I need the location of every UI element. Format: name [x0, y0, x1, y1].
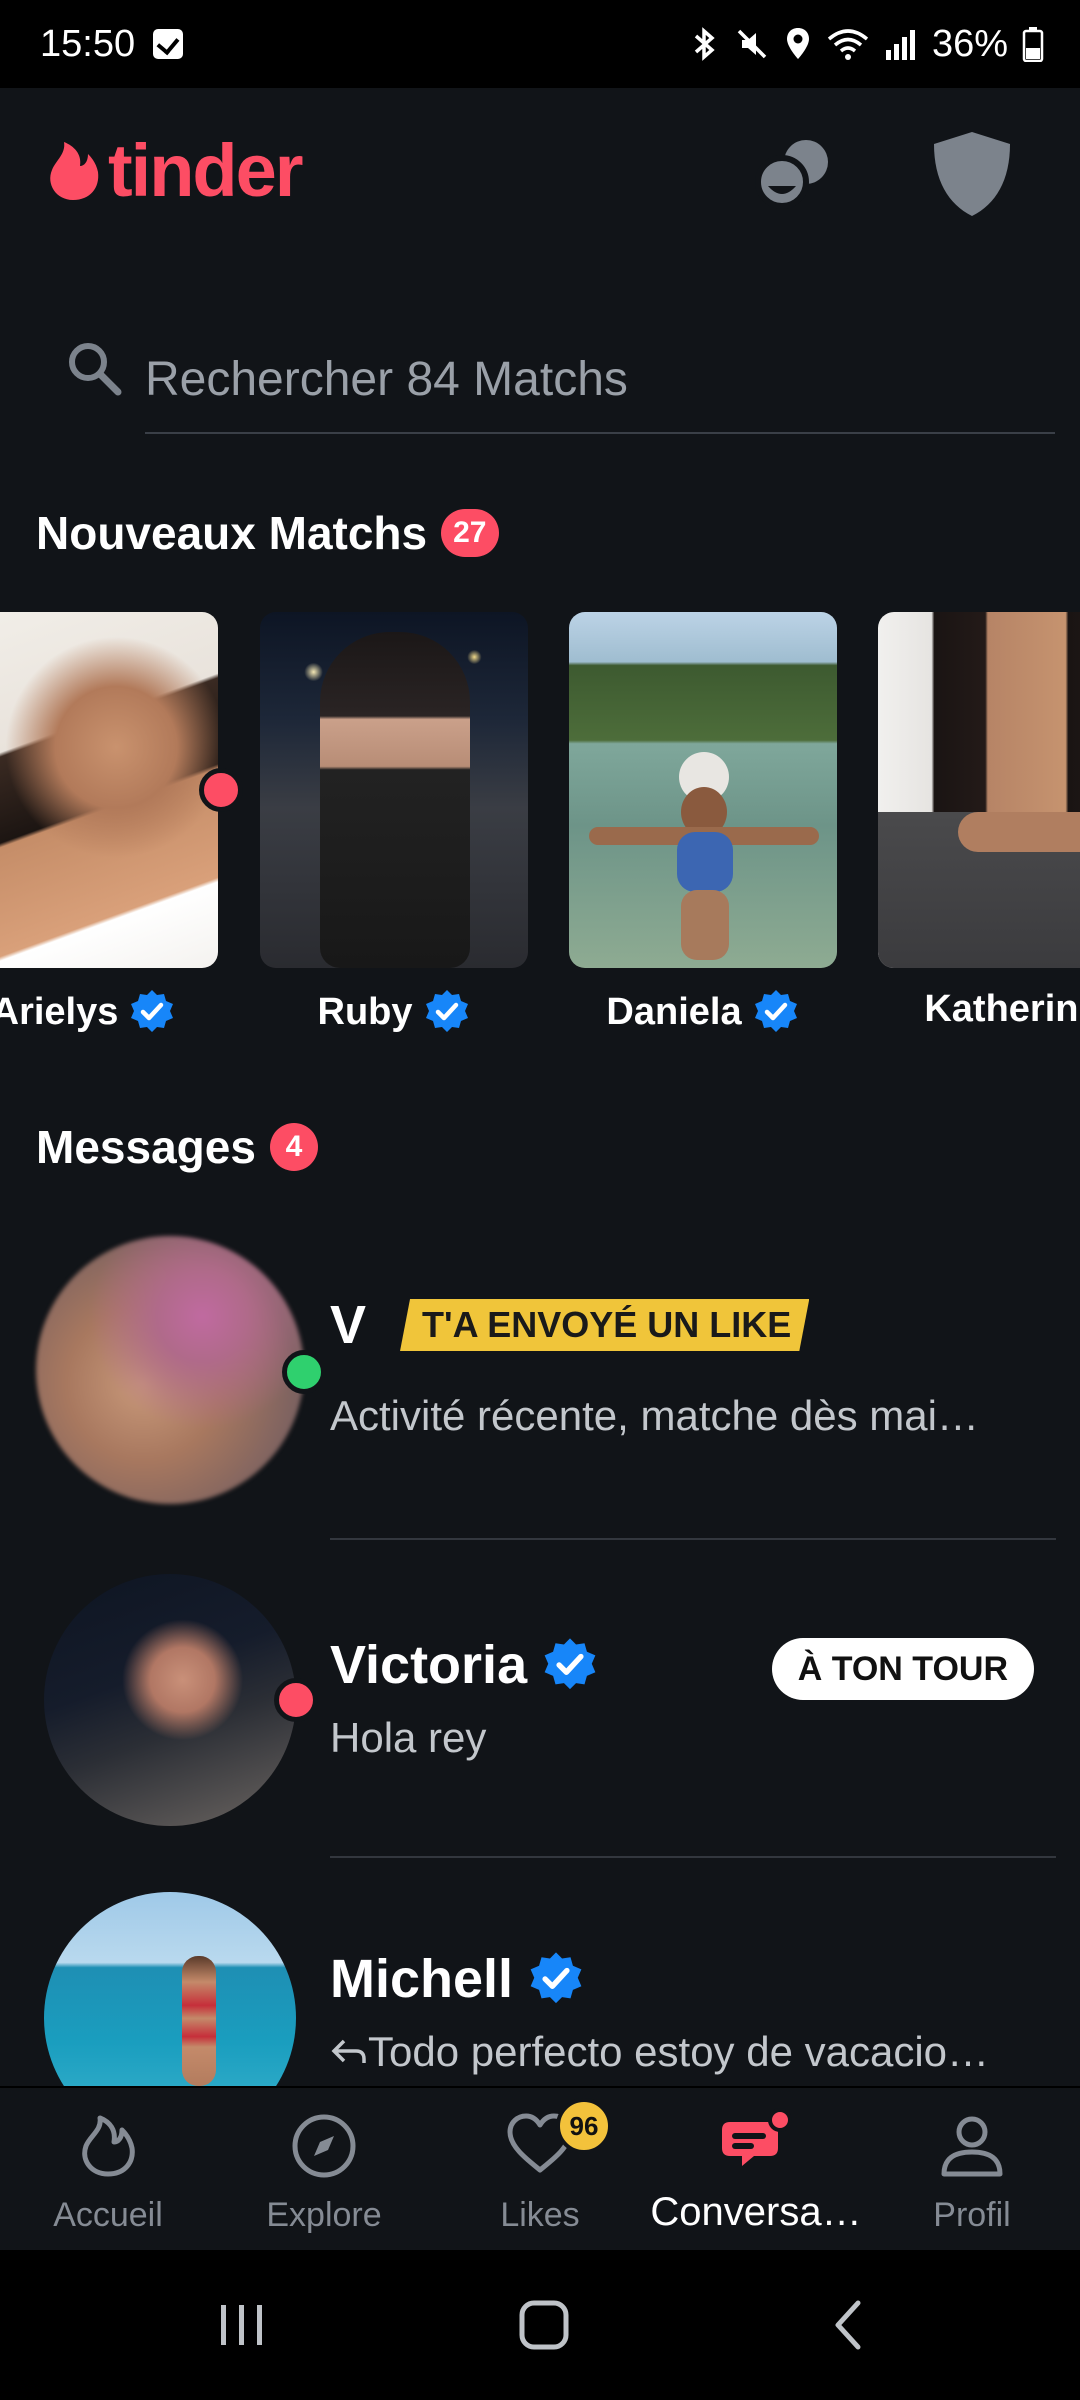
nav-item-conversations[interactable]: Conversa… [648, 2088, 864, 2252]
verified-badge-icon [544, 1638, 596, 1690]
nav-item-profil[interactable]: Profil [864, 2088, 1080, 2252]
message-preview: Hola rey [330, 1714, 487, 1761]
search-input[interactable] [145, 300, 1055, 434]
match-photo [0, 612, 218, 968]
safety-button[interactable] [928, 128, 1016, 225]
new-matches-count-badge: 27 [441, 509, 499, 557]
nav-item-accueil[interactable]: Accueil [0, 2088, 216, 2252]
avatar-blurred [36, 1236, 304, 1504]
your-turn-pill: À TON TOUR [771, 1638, 1034, 1700]
divider [330, 1856, 1056, 1858]
back-icon [835, 2300, 861, 2350]
nav-label: Explore [266, 2196, 382, 2234]
match-name-row: Daniela [569, 988, 837, 1036]
nav-label: Conversa… [650, 2190, 862, 2234]
new-matches-carousel[interactable]: Arielys Ruby Daniela Katherin [0, 612, 1080, 1052]
home-button[interactable] [444, 2250, 644, 2400]
app-header: tinder [0, 88, 1080, 258]
system-navigation-bar [0, 2250, 1080, 2400]
recent-apps-icon [221, 2305, 262, 2345]
new-matches-title: Nouveaux Matchs [36, 507, 428, 559]
message-row-v[interactable]: V T'A ENVOYÉ UN LIKE Activité récente, m… [0, 1236, 1080, 1540]
messages-count-badge: 4 [269, 1123, 318, 1171]
nav-label: Likes [500, 2196, 580, 2234]
match-card-daniela[interactable]: Daniela [569, 612, 837, 1033]
nav-label: Profil [933, 2196, 1011, 2234]
location-icon [786, 28, 809, 59]
status-bar: 15:50 36% [0, 0, 1080, 88]
recent-apps-button[interactable] [142, 2250, 342, 2400]
message-name-row: Michell [330, 1948, 585, 2010]
message-name: Michell [330, 1949, 514, 2009]
tinder-logo[interactable]: tinder [44, 129, 304, 212]
back-button[interactable] [748, 2250, 948, 2400]
avatar-victoria [44, 1574, 296, 1826]
search-bar [0, 300, 1080, 435]
nav-item-explore[interactable]: Explore [216, 2088, 432, 2252]
flame-logo-icon [50, 142, 99, 200]
match-photo [878, 612, 1080, 968]
logo-text: tinder [108, 129, 304, 212]
nav-label: Accueil [53, 2196, 163, 2234]
active-status-dot [274, 1678, 318, 1722]
match-photo [260, 612, 528, 968]
match-name-row: Arielys [0, 988, 218, 1036]
match-name-row: Katherine [878, 988, 1080, 1031]
new-match-dot [199, 768, 243, 812]
likes-count-badge: 96 [556, 2098, 612, 2154]
bottom-navigation: Accueil Explore 96 Likes Conversa… Profi… [0, 2086, 1080, 2250]
double-date-button[interactable] [750, 130, 836, 221]
wifi-icon [827, 29, 869, 60]
message-name: V [330, 1295, 367, 1355]
sent-like-tag: T'A ENVOYÉ UN LIKE [400, 1299, 809, 1351]
battery-percent: 36% [931, 22, 1008, 65]
person-icon [941, 2116, 1003, 2177]
mute-icon [737, 29, 767, 59]
messages-header: Messages 4 [36, 1120, 318, 1174]
search-icon [69, 343, 122, 396]
message-row-victoria[interactable]: Victoria À TON TOUR Hola rey [0, 1574, 1080, 1874]
match-name: Ruby [317, 990, 413, 1033]
verified-badge-icon [131, 990, 174, 1032]
chat-icon [722, 2108, 792, 2166]
message-preview-row: Todo perfecto estoy de vacacio… [330, 2028, 989, 2076]
notification-check-icon [153, 29, 184, 59]
match-name-row: Ruby [260, 988, 528, 1036]
double-date-icon [755, 140, 828, 209]
verified-badge-icon [754, 990, 797, 1032]
divider [330, 1538, 1056, 1540]
match-card-arielys[interactable]: Arielys [0, 612, 218, 1033]
message-name: Victoria [330, 1635, 528, 1695]
online-status-dot [282, 1350, 326, 1394]
message-name-row: Victoria [330, 1634, 599, 1696]
match-name: Katherine [924, 988, 1080, 1030]
messages-title: Messages [36, 1121, 256, 1173]
message-preview: Activité récente, matche dès mai… [330, 1392, 979, 1439]
signal-icon [885, 30, 915, 60]
nav-item-likes[interactable]: 96 Likes [432, 2088, 648, 2252]
match-name: Arielys [0, 990, 119, 1033]
match-card-katherine[interactable]: Katherine [878, 612, 1080, 1030]
status-time: 15:50 [40, 22, 136, 65]
message-name-row: V T'A ENVOYÉ UN LIKE [330, 1294, 809, 1356]
match-photo [569, 612, 837, 968]
verified-badge-icon [425, 990, 468, 1032]
avatar-michell [44, 1892, 296, 2086]
reply-arrow-icon [331, 2039, 366, 2063]
status-icons: 36% [690, 0, 1044, 88]
verified-badge-icon [530, 1952, 582, 2004]
bluetooth-icon [694, 27, 715, 61]
message-row-michell[interactable]: Michell Todo perfecto estoy de vacacio… [0, 1892, 1080, 2086]
match-card-ruby[interactable]: Ruby [260, 612, 528, 1033]
match-name: Daniela [606, 990, 742, 1033]
new-matches-header: Nouveaux Matchs 27 [36, 506, 499, 560]
shield-icon [934, 132, 1010, 216]
flame-icon [82, 2115, 135, 2177]
home-icon [519, 2300, 569, 2350]
message-preview: Todo perfecto estoy de vacacio… [368, 2028, 990, 2075]
battery-icon [1022, 27, 1044, 62]
compass-icon [292, 2114, 356, 2178]
